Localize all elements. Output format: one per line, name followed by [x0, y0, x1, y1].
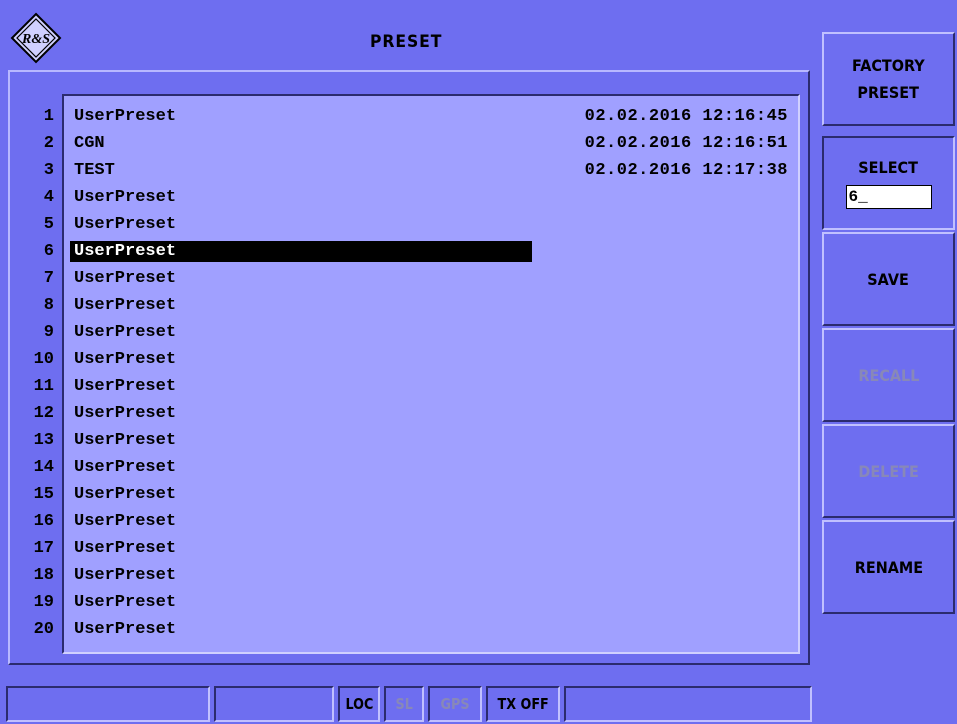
status-gps: GPS	[428, 686, 482, 722]
preset-row-name[interactable]: UserPreset	[70, 241, 532, 262]
preset-row-name[interactable]: UserPreset	[70, 106, 532, 127]
preset-row-number: 6	[43, 242, 54, 261]
preset-row-number: 13	[33, 431, 54, 450]
recall-button[interactable]: RECALL	[822, 328, 955, 422]
preset-row-number: 14	[33, 458, 54, 477]
preset-row-name[interactable]: UserPreset	[70, 187, 532, 208]
preset-row-number: 7	[43, 269, 54, 288]
preset-row[interactable]: 16 UserPreset	[0, 508, 800, 535]
factory-preset-button[interactable]: FACTORY PRESET	[822, 32, 955, 126]
preset-screen: R&S PRESET 1 UserPreset 02.02.2016 12:16:4…	[0, 0, 957, 724]
preset-row-name[interactable]: UserPreset	[70, 565, 532, 586]
preset-row[interactable]: 10 UserPreset	[0, 346, 800, 373]
preset-row-name[interactable]: UserPreset	[70, 295, 532, 316]
status-cell-1	[6, 686, 210, 722]
preset-row-number: 10	[33, 350, 54, 369]
preset-row[interactable]: 1 UserPreset 02.02.2016 12:16:45	[0, 103, 800, 130]
preset-row-number: 2	[43, 134, 54, 153]
preset-row-name[interactable]: UserPreset	[70, 214, 532, 235]
preset-row[interactable]: 20 UserPreset	[0, 616, 800, 643]
save-label: SAVE	[867, 269, 910, 289]
preset-row[interactable]: 19 UserPreset	[0, 589, 800, 616]
preset-row[interactable]: 8 UserPreset	[0, 292, 800, 319]
rohde-schwarz-logo: R&S	[10, 12, 62, 64]
preset-row[interactable]: 15 UserPreset	[0, 481, 800, 508]
preset-row-name[interactable]: TEST	[70, 160, 532, 181]
preset-row-number: 9	[43, 323, 54, 342]
status-sl: SL	[384, 686, 424, 722]
preset-row-number: 19	[33, 593, 54, 612]
factory-preset-line2: PRESET	[857, 83, 920, 102]
logo-text: R&S	[21, 32, 50, 47]
preset-row-name[interactable]: UserPreset	[70, 511, 532, 532]
preset-row-number: 1	[43, 107, 54, 126]
preset-row-name[interactable]: CGN	[70, 133, 532, 154]
page-title: PRESET	[370, 32, 443, 52]
preset-row-number: 16	[33, 512, 54, 531]
preset-row[interactable]: 13 UserPreset	[0, 427, 800, 454]
rename-label: RENAME	[854, 557, 923, 577]
preset-row-number: 12	[33, 404, 54, 423]
preset-row-number: 4	[43, 188, 54, 207]
rename-button[interactable]: RENAME	[822, 520, 955, 614]
preset-row-number: 15	[33, 485, 54, 504]
status-tx: TX OFF	[486, 686, 560, 722]
preset-row-name[interactable]: UserPreset	[70, 592, 532, 613]
preset-row-number: 17	[33, 539, 54, 558]
preset-row-number: 18	[33, 566, 54, 585]
preset-row-date: 02.02.2016 12:16:51	[584, 134, 788, 153]
status-cell-7	[564, 686, 812, 722]
preset-row-number: 20	[33, 620, 54, 639]
preset-row[interactable]: 7 UserPreset	[0, 265, 800, 292]
preset-row-date: 02.02.2016 12:17:38	[584, 161, 788, 180]
select-label: SELECT	[858, 158, 919, 177]
preset-row-number: 3	[43, 161, 54, 180]
preset-row[interactable]: 5 UserPreset	[0, 211, 800, 238]
preset-row[interactable]: 12 UserPreset	[0, 400, 800, 427]
preset-row[interactable]: 3 TEST 02.02.2016 12:17:38	[0, 157, 800, 184]
preset-row-number: 5	[43, 215, 54, 234]
preset-row-number: 8	[43, 296, 54, 315]
preset-row[interactable]: 2 CGN 02.02.2016 12:16:51	[0, 130, 800, 157]
preset-row[interactable]: 6 UserPreset	[0, 238, 800, 265]
preset-row[interactable]: 4 UserPreset	[0, 184, 800, 211]
select-input[interactable]: 6_	[845, 185, 932, 209]
preset-row-name[interactable]: UserPreset	[70, 484, 532, 505]
preset-row-name[interactable]: UserPreset	[70, 538, 532, 559]
delete-label: DELETE	[858, 461, 919, 481]
preset-row[interactable]: 14 UserPreset	[0, 454, 800, 481]
status-cell-2	[214, 686, 334, 722]
preset-row[interactable]: 9 UserPreset	[0, 319, 800, 346]
delete-button[interactable]: DELETE	[822, 424, 955, 518]
preset-row[interactable]: 18 UserPreset	[0, 562, 800, 589]
preset-row-name[interactable]: UserPreset	[70, 268, 532, 289]
preset-row-name[interactable]: UserPreset	[70, 457, 532, 478]
factory-preset-line1: FACTORY	[852, 56, 925, 75]
preset-row[interactable]: 17 UserPreset	[0, 535, 800, 562]
recall-label: RECALL	[857, 365, 919, 385]
preset-row[interactable]: 11 UserPreset	[0, 373, 800, 400]
preset-row-date: 02.02.2016 12:16:45	[584, 107, 788, 126]
preset-row-name[interactable]: UserPreset	[70, 619, 532, 640]
status-loc: LOC	[338, 686, 380, 722]
preset-row-number: 11	[33, 377, 54, 396]
preset-row-name[interactable]: UserPreset	[70, 430, 532, 451]
preset-row-name[interactable]: UserPreset	[70, 376, 532, 397]
preset-row-name[interactable]: UserPreset	[70, 322, 532, 343]
select-button[interactable]: SELECT 6_	[822, 136, 955, 230]
preset-row-name[interactable]: UserPreset	[70, 349, 532, 370]
save-button[interactable]: SAVE	[822, 232, 955, 326]
preset-row-name[interactable]: UserPreset	[70, 403, 532, 424]
